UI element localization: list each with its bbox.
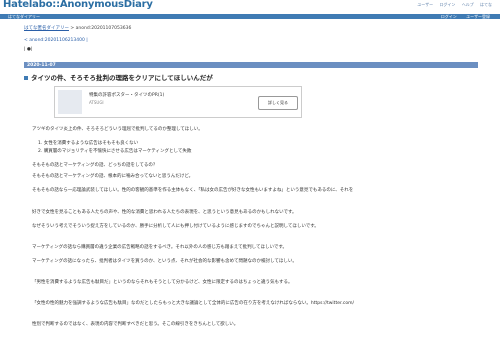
login-link[interactable]: ログイン	[441, 14, 457, 19]
card-title: 特集の許容ポスター・タイツのPR(1)	[89, 93, 165, 98]
entry-date: 2020-11-07	[27, 62, 56, 68]
nav-hatena[interactable]: はてな	[480, 2, 492, 7]
top-nav: ユーザー ログイン ヘルプ はてな	[412, 2, 492, 8]
bar-right: ログイン ユーザー登録	[433, 14, 490, 20]
nav-help[interactable]: ヘルプ	[462, 2, 474, 7]
nav-user[interactable]: ユーザー	[417, 2, 433, 7]
list-item: 1. 女性を消費するような広告はそもそも良くない	[38, 141, 139, 146]
paragraph: 「女性の性的魅力を強調するような広告も駄目」なのだとしたらもっと大きな議論として…	[32, 301, 354, 306]
top-bar: Hatelabo::AnonymousDiary ユーザー ログイン ヘルプ は…	[0, 0, 500, 12]
date-header: 2020-11-07	[24, 62, 478, 68]
entry-title-text: タイツの件、そろそろ批判の理路をクリアにしてほしいんだが	[31, 74, 213, 82]
paragraph: アツギのタイツ炎上の件、そろそろどういう理屈で批判してるのか整理してほしい。	[32, 127, 203, 132]
breadcrumb-home-link[interactable]: はてな匿名ダイアリー	[24, 26, 69, 31]
bar-left-text[interactable]: はてなダイアリー	[8, 14, 40, 20]
pager[interactable]: | ●|	[24, 47, 32, 52]
paragraph: そもそもの話なら一応理論武装してほしい。性的の客観的基準を作る主体もなく、「私は…	[32, 188, 354, 193]
paragraph: なぜそういう考えでそういう捉え方をしているのか、勝手に分析して人にも押し付けてい…	[32, 224, 319, 229]
title-marker-icon	[24, 76, 28, 80]
entry-title[interactable]: タイツの件、そろそろ批判の理路をクリアにしてほしいんだが	[24, 72, 478, 82]
card-detail-button[interactable]: 詳しく見る	[258, 96, 298, 110]
site-logo[interactable]: Hatelabo::AnonymousDiary	[3, 0, 153, 10]
prev-entry-link[interactable]: < anond:20201106213400 |	[24, 38, 88, 43]
paragraph: そもそもの話とマーケティングの話、どっちの話をしてるの？	[32, 163, 158, 168]
register-link[interactable]: ユーザー登録	[466, 14, 490, 19]
paragraph: 性別で判断するのではなく、表現の内容で判断すべきだと思う。そこの線引きをきちんと…	[32, 322, 239, 327]
card-source: ATSUGI	[89, 100, 104, 105]
card-thumbnail	[58, 90, 82, 114]
paragraph: マーケティングの話になったら、批判者はタイツを買うのか、という点、それが社会的な…	[32, 259, 297, 264]
breadcrumb-sep: >	[69, 26, 76, 31]
breadcrumb: はてな匿名ダイアリー > anond:20201107053636	[24, 25, 131, 31]
paragraph: 好きで女性を見ることもある人たちの声や、性的な消費と思われる人たちの表現を、と思…	[32, 210, 297, 215]
list-item: 2. 購買層のマジョリティを不愉快にさせる広告はマーケティングとして失敗	[38, 149, 192, 154]
blue-nav-bar: はてなダイアリー ログイン ユーザー登録	[0, 14, 500, 19]
embedded-link-card[interactable]: 特集の許容ポスター・タイツのPR(1) ATSUGI 詳しく見る	[54, 86, 302, 118]
paragraph: そもそもの話とマーケティングの話、根本的に噛み合ってないと思うんだけど。	[32, 174, 194, 179]
nav-login[interactable]: ログイン	[439, 2, 455, 7]
paragraph: 「男性を消費するような広告も駄目だ」というのならそれもそうとして分かるけど、女性…	[32, 280, 293, 285]
paragraph: マーケティングの話なら購買層の違う企業の広告戦略の話をするべき。それ以外の人の感…	[32, 245, 287, 250]
breadcrumb-current: anond:20201107053636	[75, 26, 132, 31]
